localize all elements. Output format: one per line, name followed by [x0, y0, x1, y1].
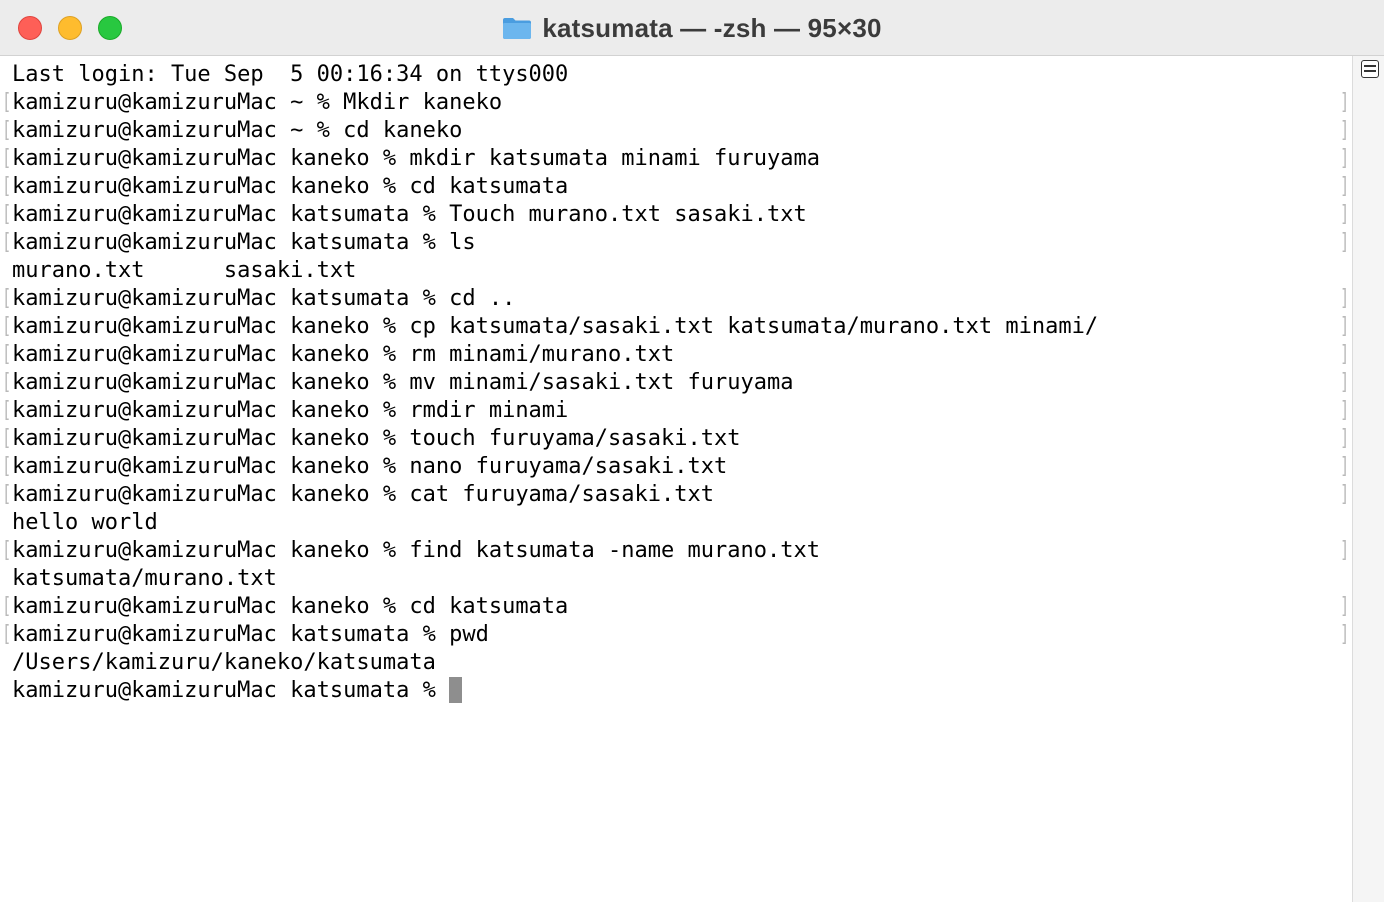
terminal-line-text: kamizuru@kamizuruMac kaneko % cd katsuma…	[12, 174, 569, 199]
mark-bracket-right: ]	[1340, 342, 1350, 367]
mark-bracket-right: ]	[1340, 90, 1350, 115]
mark-bracket-left: [	[2, 342, 12, 367]
mark-bracket-left: [	[2, 398, 12, 423]
terminal-line-text: kamizuru@kamizuruMac kaneko % mkdir kats…	[12, 146, 820, 171]
terminal-line-text: kamizuru@kamizuruMac katsumata % Touch m…	[12, 202, 807, 227]
terminal-line: hello world	[0, 509, 1352, 537]
mark-bracket-left: [	[2, 286, 12, 311]
terminal-line-text: kamizuru@kamizuruMac kaneko % cat furuya…	[12, 482, 714, 507]
mark-bracket-right: ]	[1340, 314, 1350, 339]
mark-bracket-right: ]	[1340, 454, 1350, 479]
mark-bracket-right: ]	[1340, 398, 1350, 423]
terminal-line: [] kamizuru@kamizuruMac kaneko % cp katsu…	[0, 313, 1352, 341]
mark-bracket-right: ]	[1340, 174, 1350, 199]
terminal-line: [] kamizuru@kamizuruMac kaneko % cat furu…	[0, 481, 1352, 509]
terminal-line-text: /Users/kamizuru/kaneko/katsumata	[12, 650, 436, 675]
terminal-line: [] kamizuru@kamizuruMac kaneko % rmdir mi…	[0, 397, 1352, 425]
folder-icon	[502, 16, 532, 40]
window-title: katsumata — -zsh — 95×30	[0, 0, 1384, 56]
mark-bracket-left: [	[2, 174, 12, 199]
mark-bracket-left: [	[2, 482, 12, 507]
terminal-line: [] kamizuru@kamizuruMac katsumata % Touch…	[0, 201, 1352, 229]
prompt-label: kamizuru@kamizuruMac katsumata %	[12, 678, 450, 703]
terminal-line: /Users/kamizuru/kaneko/katsumata	[0, 649, 1352, 677]
terminal-line: [] kamizuru@kamizuruMac ~ % cd kaneko	[0, 117, 1352, 145]
title-bar[interactable]: katsumata — -zsh — 95×30	[0, 0, 1384, 56]
mark-bracket-right: ]	[1340, 370, 1350, 395]
terminal-output: Last login: Tue Sep 5 00:16:34 on ttys00…	[0, 61, 1352, 705]
terminal-line-text: kamizuru@kamizuruMac katsumata % ls	[12, 230, 476, 255]
terminal-line-text: kamizuru@kamizuruMac kaneko % cd katsuma…	[12, 594, 569, 619]
mark-bracket-left: [	[2, 314, 12, 339]
mark-bracket-left: [	[2, 538, 12, 563]
mark-bracket-left: [	[2, 230, 12, 255]
terminal-window: katsumata — -zsh — 95×30 Last login: Tue…	[0, 0, 1384, 902]
terminal-line-text: hello world	[12, 510, 158, 535]
mark-bracket-left: [	[2, 426, 12, 451]
mark-bracket-right: ]	[1340, 538, 1350, 563]
terminal-line: [] kamizuru@kamizuruMac ~ % Mkdir kaneko	[0, 89, 1352, 117]
terminal-line: [] kamizuru@kamizuruMac katsumata % pwd	[0, 621, 1352, 649]
terminal-line-text: katsumata/murano.txt	[12, 566, 277, 591]
mark-bracket-right: ]	[1340, 426, 1350, 451]
terminal-line: [] kamizuru@kamizuruMac kaneko % mkdir ka…	[0, 145, 1352, 173]
mark-bracket-right: ]	[1340, 286, 1350, 311]
terminal-line: [] kamizuru@kamizuruMac kaneko % touch fu…	[0, 425, 1352, 453]
terminal-line: [] kamizuru@kamizuruMac kaneko % cd katsu…	[0, 593, 1352, 621]
mark-bracket-left: [	[2, 594, 12, 619]
window-title-text: katsumata — -zsh — 95×30	[542, 12, 882, 43]
terminal-line: [] kamizuru@kamizuruMac kaneko % rm minam…	[0, 341, 1352, 369]
mark-bracket-left: [	[2, 454, 12, 479]
terminal-line-text: Last login: Tue Sep 5 00:16:34 on ttys00…	[12, 62, 569, 87]
mark-bracket-right: ]	[1340, 622, 1350, 647]
terminal-line: [] kamizuru@kamizuruMac kaneko % find kat…	[0, 537, 1352, 565]
terminal-line-text: kamizuru@kamizuruMac ~ % Mkdir kaneko	[12, 90, 503, 115]
terminal-line-text: kamizuru@kamizuruMac ~ % cd kaneko	[12, 118, 463, 143]
terminal-content[interactable]: Last login: Tue Sep 5 00:16:34 on ttys00…	[0, 56, 1352, 902]
mark-bracket-right: ]	[1340, 202, 1350, 227]
scrollbar[interactable]	[1352, 56, 1384, 902]
terminal-line: [] kamizuru@kamizuruMac kaneko % cd katsu…	[0, 173, 1352, 201]
terminal-line-text: kamizuru@kamizuruMac katsumata % cd ..	[12, 286, 516, 311]
mark-bracket-left: [	[2, 118, 12, 143]
terminal-line: Last login: Tue Sep 5 00:16:34 on ttys00…	[0, 61, 1352, 89]
split-pane-icon[interactable]	[1361, 60, 1379, 78]
mark-bracket-left: [	[2, 90, 12, 115]
mark-bracket-right: ]	[1340, 482, 1350, 507]
mark-bracket-right: ]	[1340, 118, 1350, 143]
terminal-line: [] kamizuru@kamizuruMac katsumata % cd ..	[0, 285, 1352, 313]
mark-bracket-right: ]	[1340, 594, 1350, 619]
mark-bracket-right: ]	[1340, 230, 1350, 255]
terminal-line: murano.txt sasaki.txt	[0, 257, 1352, 285]
prompt-line[interactable]: kamizuru@kamizuruMac katsumata %	[0, 677, 1352, 705]
terminal-line-text: kamizuru@kamizuruMac kaneko % mv minami/…	[12, 370, 794, 395]
terminal-line-text: kamizuru@kamizuruMac kaneko % cp katsuma…	[12, 314, 1099, 339]
terminal-line: [] kamizuru@kamizuruMac kaneko % nano fur…	[0, 453, 1352, 481]
mark-bracket-right: ]	[1340, 146, 1350, 171]
terminal-line-text: kamizuru@kamizuruMac kaneko % rmdir mina…	[12, 398, 569, 423]
terminal-line-text: murano.txt sasaki.txt	[12, 258, 357, 283]
terminal-line-text: kamizuru@kamizuruMac kaneko % touch furu…	[12, 426, 741, 451]
prompt-text: kamizuru@kamizuruMac katsumata %	[12, 677, 463, 705]
terminal-line: katsumata/murano.txt	[0, 565, 1352, 593]
mark-bracket-left: [	[2, 146, 12, 171]
terminal-line-text: kamizuru@kamizuruMac kaneko % rm minami/…	[12, 342, 675, 367]
terminal-line-text: kamizuru@kamizuruMac katsumata % pwd	[12, 622, 489, 647]
text-cursor[interactable]	[449, 677, 463, 703]
mark-bracket-left: [	[2, 202, 12, 227]
terminal-line: [] kamizuru@kamizuruMac katsumata % ls	[0, 229, 1352, 257]
terminal-line-text: kamizuru@kamizuruMac kaneko % nano furuy…	[12, 454, 728, 479]
mark-bracket-left: [	[2, 622, 12, 647]
terminal-line-text: kamizuru@kamizuruMac kaneko % find katsu…	[12, 538, 820, 563]
terminal-line: [] kamizuru@kamizuruMac kaneko % mv minam…	[0, 369, 1352, 397]
mark-bracket-left: [	[2, 370, 12, 395]
